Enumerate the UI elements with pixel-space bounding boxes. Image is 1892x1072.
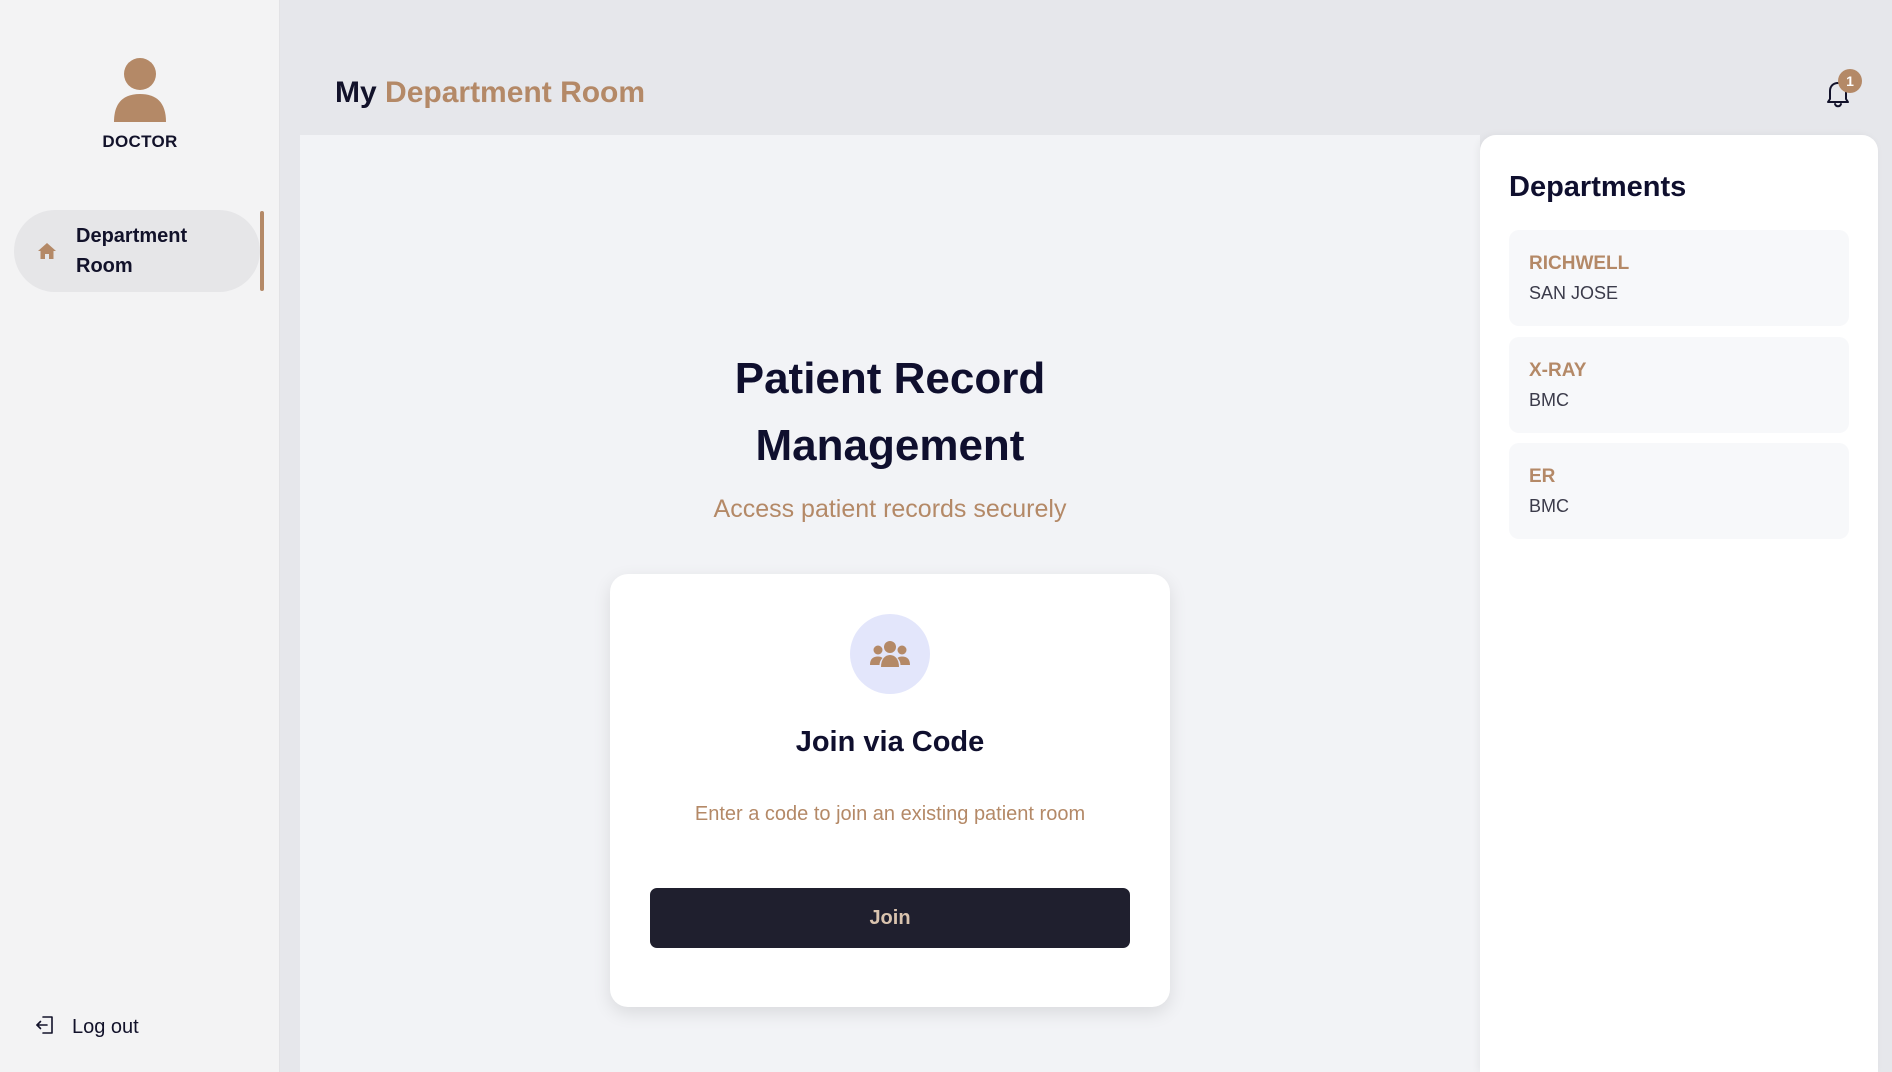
hero-subtitle: Access patient records securely xyxy=(713,495,1067,523)
sidebar-item-department-room[interactable]: Department Room xyxy=(14,210,260,292)
user-role: DOCTOR xyxy=(102,132,178,151)
page-title-prefix: My xyxy=(335,76,377,109)
hero-title: Patient Record Management xyxy=(734,354,1046,470)
notification-count-badge: 1 xyxy=(1838,69,1862,93)
department-name: RICHWELL xyxy=(1529,253,1630,274)
join-via-code-card: Join via Code Enter a code to join an ex… xyxy=(610,574,1170,1007)
department-item-x-ray[interactable]: X-RAY BMC xyxy=(1509,337,1849,433)
main-content: Patient Record Management Access patient… xyxy=(300,135,1480,1072)
page-title: My Department Room xyxy=(335,76,645,110)
page-title-accent: Department Room xyxy=(385,76,646,109)
department-name: X-RAY xyxy=(1529,360,1587,381)
departments-title: Departments xyxy=(1509,171,1687,203)
logout-label: Log out xyxy=(72,1016,139,1038)
join-button[interactable]: Join xyxy=(650,888,1130,948)
user-avatar-icon xyxy=(110,58,170,122)
active-nav-indicator xyxy=(260,211,264,291)
sidebar: DOCTOR Department Room Log out xyxy=(0,0,280,1072)
home-icon xyxy=(36,240,58,262)
user-profile: DOCTOR xyxy=(0,58,280,152)
join-card-title: Join via Code xyxy=(795,726,985,758)
departments-panel: Departments RICHWELL SAN JOSE X-RAY BMC … xyxy=(1480,135,1878,1072)
department-item-er[interactable]: ER BMC xyxy=(1509,443,1849,539)
logout-button[interactable]: Log out xyxy=(34,1014,139,1041)
department-name: ER xyxy=(1529,466,1556,487)
department-location: BMC xyxy=(1529,496,1569,516)
department-item-richwell[interactable]: RICHWELL SAN JOSE xyxy=(1509,230,1849,326)
users-group-icon xyxy=(850,614,930,694)
logout-icon xyxy=(34,1014,56,1041)
department-location: BMC xyxy=(1529,390,1569,410)
join-card-description: Enter a code to join an existing patient… xyxy=(694,803,1086,825)
sidebar-item-label: Department Room xyxy=(76,225,188,277)
department-location: SAN JOSE xyxy=(1529,283,1619,303)
